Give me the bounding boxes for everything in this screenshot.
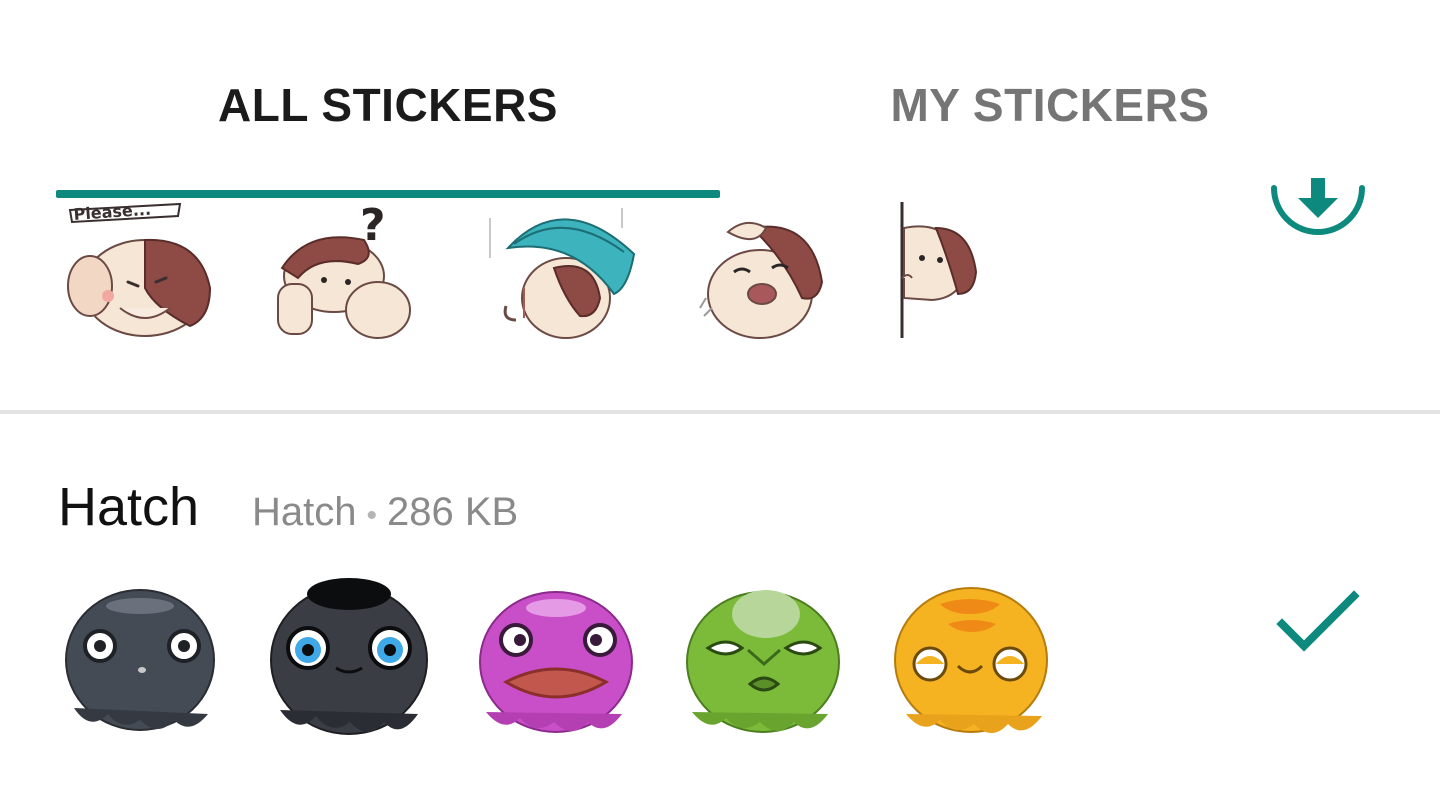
pack-size: 286 KB <box>387 490 519 534</box>
hatch-yellow-sticker <box>894 587 1048 733</box>
hatch-black-sticker <box>270 578 428 735</box>
active-tab-indicator <box>56 190 720 198</box>
sticker-preview-row: Please... ? <box>0 198 1100 358</box>
tab-my-stickers[interactable]: MY STICKERS <box>720 78 1380 132</box>
download-icon[interactable] <box>1268 178 1368 258</box>
dog-crying-sticker <box>699 221 824 339</box>
hatch-dark-gray-sticker <box>65 589 215 731</box>
pack-title: Hatch <box>58 477 200 537</box>
meta-separator: • <box>366 499 378 532</box>
dog-please-sticker: Please... <box>67 200 212 337</box>
dog-confused-sticker: ? <box>277 200 411 339</box>
sticker-store-screen: ALL STICKERS MY STICKERS Please... ? Hat… <box>0 0 1440 810</box>
hatch-purple-sticker <box>479 591 633 733</box>
hatch-green-sticker <box>686 590 840 733</box>
sticker-pack-hatch[interactable]: Hatch Hatch • 286 KB <box>0 414 1440 810</box>
dog-peeking-sticker <box>900 202 978 338</box>
pack-meta: Hatch • 286 KB <box>252 490 518 535</box>
sticker-preview-row <box>0 578 1100 754</box>
check-icon[interactable] <box>1276 590 1360 654</box>
tab-all-stickers[interactable]: ALL STICKERS <box>58 78 718 132</box>
pack-author: Hatch <box>252 490 357 534</box>
dog-umbrella-sticker <box>489 208 636 339</box>
sticker-pack-dog[interactable]: Please... ? <box>0 178 1440 410</box>
svg-text:Please...: Please... <box>73 200 152 224</box>
